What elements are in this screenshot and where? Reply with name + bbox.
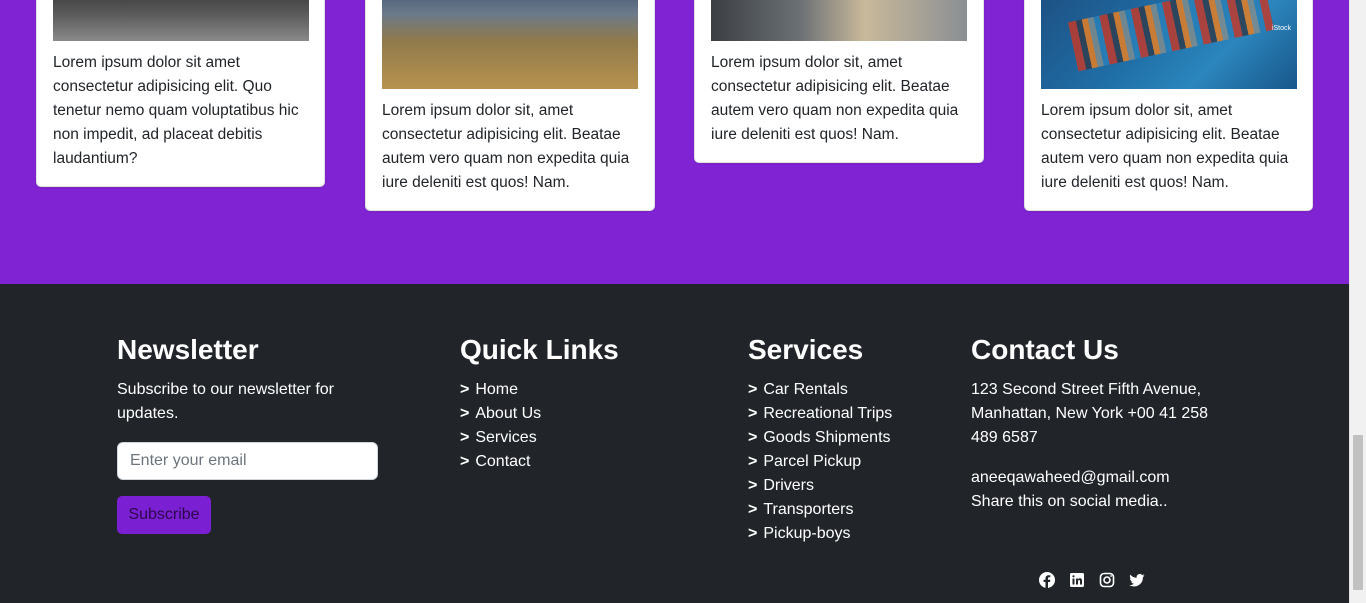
footer: Newsletter Subscribe to our newsletter f… <box>0 284 1349 603</box>
subscribe-button[interactable]: Subscribe <box>117 496 211 534</box>
image-credit: iStock <box>1271 25 1291 32</box>
card: Lorem ipsum dolor sit, amet consectetur … <box>365 0 655 211</box>
newsletter-title: Newsletter <box>117 334 259 365</box>
service-link-pickup-boys[interactable]: > Pickup-boys <box>748 522 948 546</box>
card-text: Lorem ipsum dolor sit, amet consectetur … <box>711 54 959 143</box>
service-link-recreational-trips[interactable]: > Recreational Trips <box>748 402 948 426</box>
scrollbar-thumb[interactable] <box>1353 435 1363 590</box>
quick-links-title: Quick Links <box>460 334 619 365</box>
twitter-icon[interactable] <box>1129 572 1145 588</box>
services-title: Services <box>748 334 864 365</box>
contact-section: Contact Us 123 Second Street Fifth Avenu… <box>971 330 1231 588</box>
newsletter-subtitle: Subscribe to our newsletter for updates. <box>117 381 334 422</box>
cards-section: Lorem ipsum dolor sit amet consectetur a… <box>0 0 1349 284</box>
quick-links-list: > Home > About Us > Services > Contact <box>460 378 660 474</box>
quick-links-section: Quick Links > Home > About Us > Services > C… <box>460 330 660 474</box>
card-image-car <box>53 0 309 41</box>
quick-link-about[interactable]: > About Us <box>460 402 660 426</box>
card-image-van <box>711 0 967 41</box>
card-text: Lorem ipsum dolor sit amet consectetur a… <box>53 54 299 167</box>
email-input[interactable] <box>117 442 378 480</box>
share-text: Share this on social media.. <box>971 493 1168 510</box>
card-text: Lorem ipsum dolor sit, amet consectetur … <box>1041 102 1289 191</box>
card-image-cargo-ship: iStock <box>1041 0 1297 89</box>
instagram-icon[interactable] <box>1099 572 1115 588</box>
services-list: > Car Rentals > Recreational Trips > Goods … <box>748 378 948 546</box>
card: Lorem ipsum dolor sit, amet consectetur … <box>694 0 984 163</box>
contact-email: aneeqawaheed@gmail.com <box>971 469 1170 486</box>
page-scrollbar[interactable] <box>1349 0 1366 603</box>
card-image-hikers <box>382 0 638 89</box>
social-links <box>1039 572 1145 588</box>
services-section: Services > Car Rentals > Recreational Trip… <box>748 330 948 546</box>
contact-title: Contact Us <box>971 334 1119 365</box>
quick-link-services[interactable]: > Services <box>460 426 660 450</box>
newsletter-section: Newsletter Subscribe to our newsletter f… <box>117 330 397 534</box>
service-link-goods-shipments[interactable]: > Goods Shipments <box>748 426 948 450</box>
linkedin-icon[interactable] <box>1069 572 1085 588</box>
card: iStock Lorem ipsum dolor sit, amet conse… <box>1024 0 1313 211</box>
contact-address: 123 Second Street Fifth Avenue, Manhatta… <box>971 381 1209 446</box>
service-link-transporters[interactable]: > Transporters <box>748 498 948 522</box>
card-text: Lorem ipsum dolor sit, amet consectetur … <box>382 102 630 191</box>
service-link-drivers[interactable]: > Drivers <box>748 474 948 498</box>
quick-link-home[interactable]: > Home <box>460 378 660 402</box>
facebook-icon[interactable] <box>1039 572 1055 588</box>
quick-link-contact[interactable]: > Contact <box>460 450 660 474</box>
service-link-parcel-pickup[interactable]: > Parcel Pickup <box>748 450 948 474</box>
service-link-car-rentals[interactable]: > Car Rentals <box>748 378 948 402</box>
card: Lorem ipsum dolor sit amet consectetur a… <box>36 0 325 187</box>
